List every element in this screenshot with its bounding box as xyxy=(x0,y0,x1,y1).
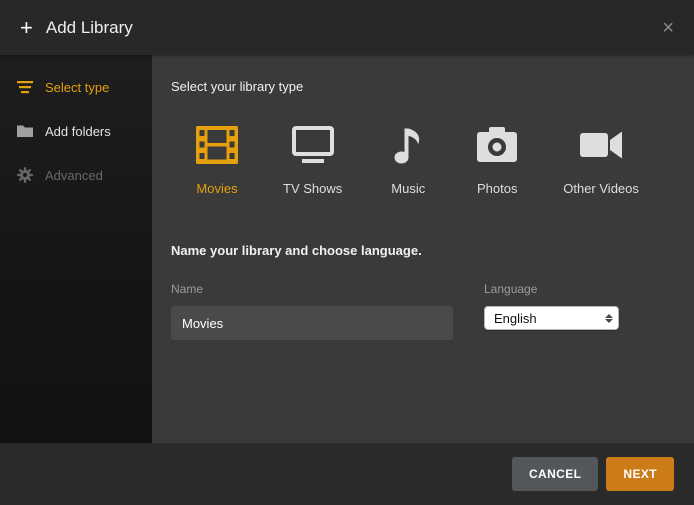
dialog-body: Select type Add folders xyxy=(0,55,694,443)
name-field-group: Name xyxy=(171,282,453,340)
camera-icon xyxy=(474,124,520,166)
close-icon[interactable]: × xyxy=(662,18,674,38)
library-type-photos[interactable]: Photos xyxy=(474,124,520,196)
dialog-header: + Add Library × xyxy=(0,0,694,55)
film-icon xyxy=(194,124,240,166)
gear-icon xyxy=(16,166,34,184)
library-type-label: Other Videos xyxy=(563,181,639,196)
library-name-input[interactable] xyxy=(171,306,453,340)
sidebar-item-label: Select type xyxy=(45,80,109,95)
sidebar-item-add-folders[interactable]: Add folders xyxy=(0,109,152,153)
library-type-movies[interactable]: Movies xyxy=(194,124,240,196)
sidebar-item-label: Advanced xyxy=(45,168,103,183)
next-button[interactable]: NEXT xyxy=(606,457,674,491)
language-select[interactable]: English xyxy=(484,306,619,330)
video-camera-icon xyxy=(578,124,624,166)
name-section-title: Name your library and choose language. xyxy=(171,243,675,258)
filter-lines-icon xyxy=(16,78,34,96)
tv-icon xyxy=(290,124,336,166)
language-selected-value: English xyxy=(494,311,537,326)
select-stepper-icon xyxy=(603,314,615,323)
library-type-label: Photos xyxy=(477,181,517,196)
folder-icon xyxy=(16,122,34,140)
sidebar-item-label: Add folders xyxy=(45,124,111,139)
library-type-label: Music xyxy=(391,181,425,196)
library-form: Name Language English xyxy=(171,282,675,340)
music-note-icon xyxy=(385,124,431,166)
library-type-row: Movies TV Shows xyxy=(194,124,675,196)
sidebar-item-select-type[interactable]: Select type xyxy=(0,65,152,109)
library-type-section-title: Select your library type xyxy=(171,79,675,94)
dialog-title: Add Library xyxy=(46,18,133,38)
language-field-group: Language English xyxy=(484,282,619,340)
plus-icon: + xyxy=(20,17,33,39)
name-field-label: Name xyxy=(171,282,453,296)
main-panel: Select your library type xyxy=(152,55,694,443)
library-type-label: TV Shows xyxy=(283,181,342,196)
library-type-label: Movies xyxy=(196,181,237,196)
library-type-other-videos[interactable]: Other Videos xyxy=(563,124,639,196)
add-library-dialog: + Add Library × Select type A xyxy=(0,0,694,505)
sidebar: Select type Add folders xyxy=(0,55,152,443)
library-type-music[interactable]: Music xyxy=(385,124,431,196)
language-field-label: Language xyxy=(484,282,619,296)
sidebar-item-advanced[interactable]: Advanced xyxy=(0,153,152,197)
cancel-button[interactable]: CANCEL xyxy=(512,457,598,491)
dialog-footer: CANCEL NEXT xyxy=(0,443,694,505)
library-type-tv-shows[interactable]: TV Shows xyxy=(283,124,342,196)
